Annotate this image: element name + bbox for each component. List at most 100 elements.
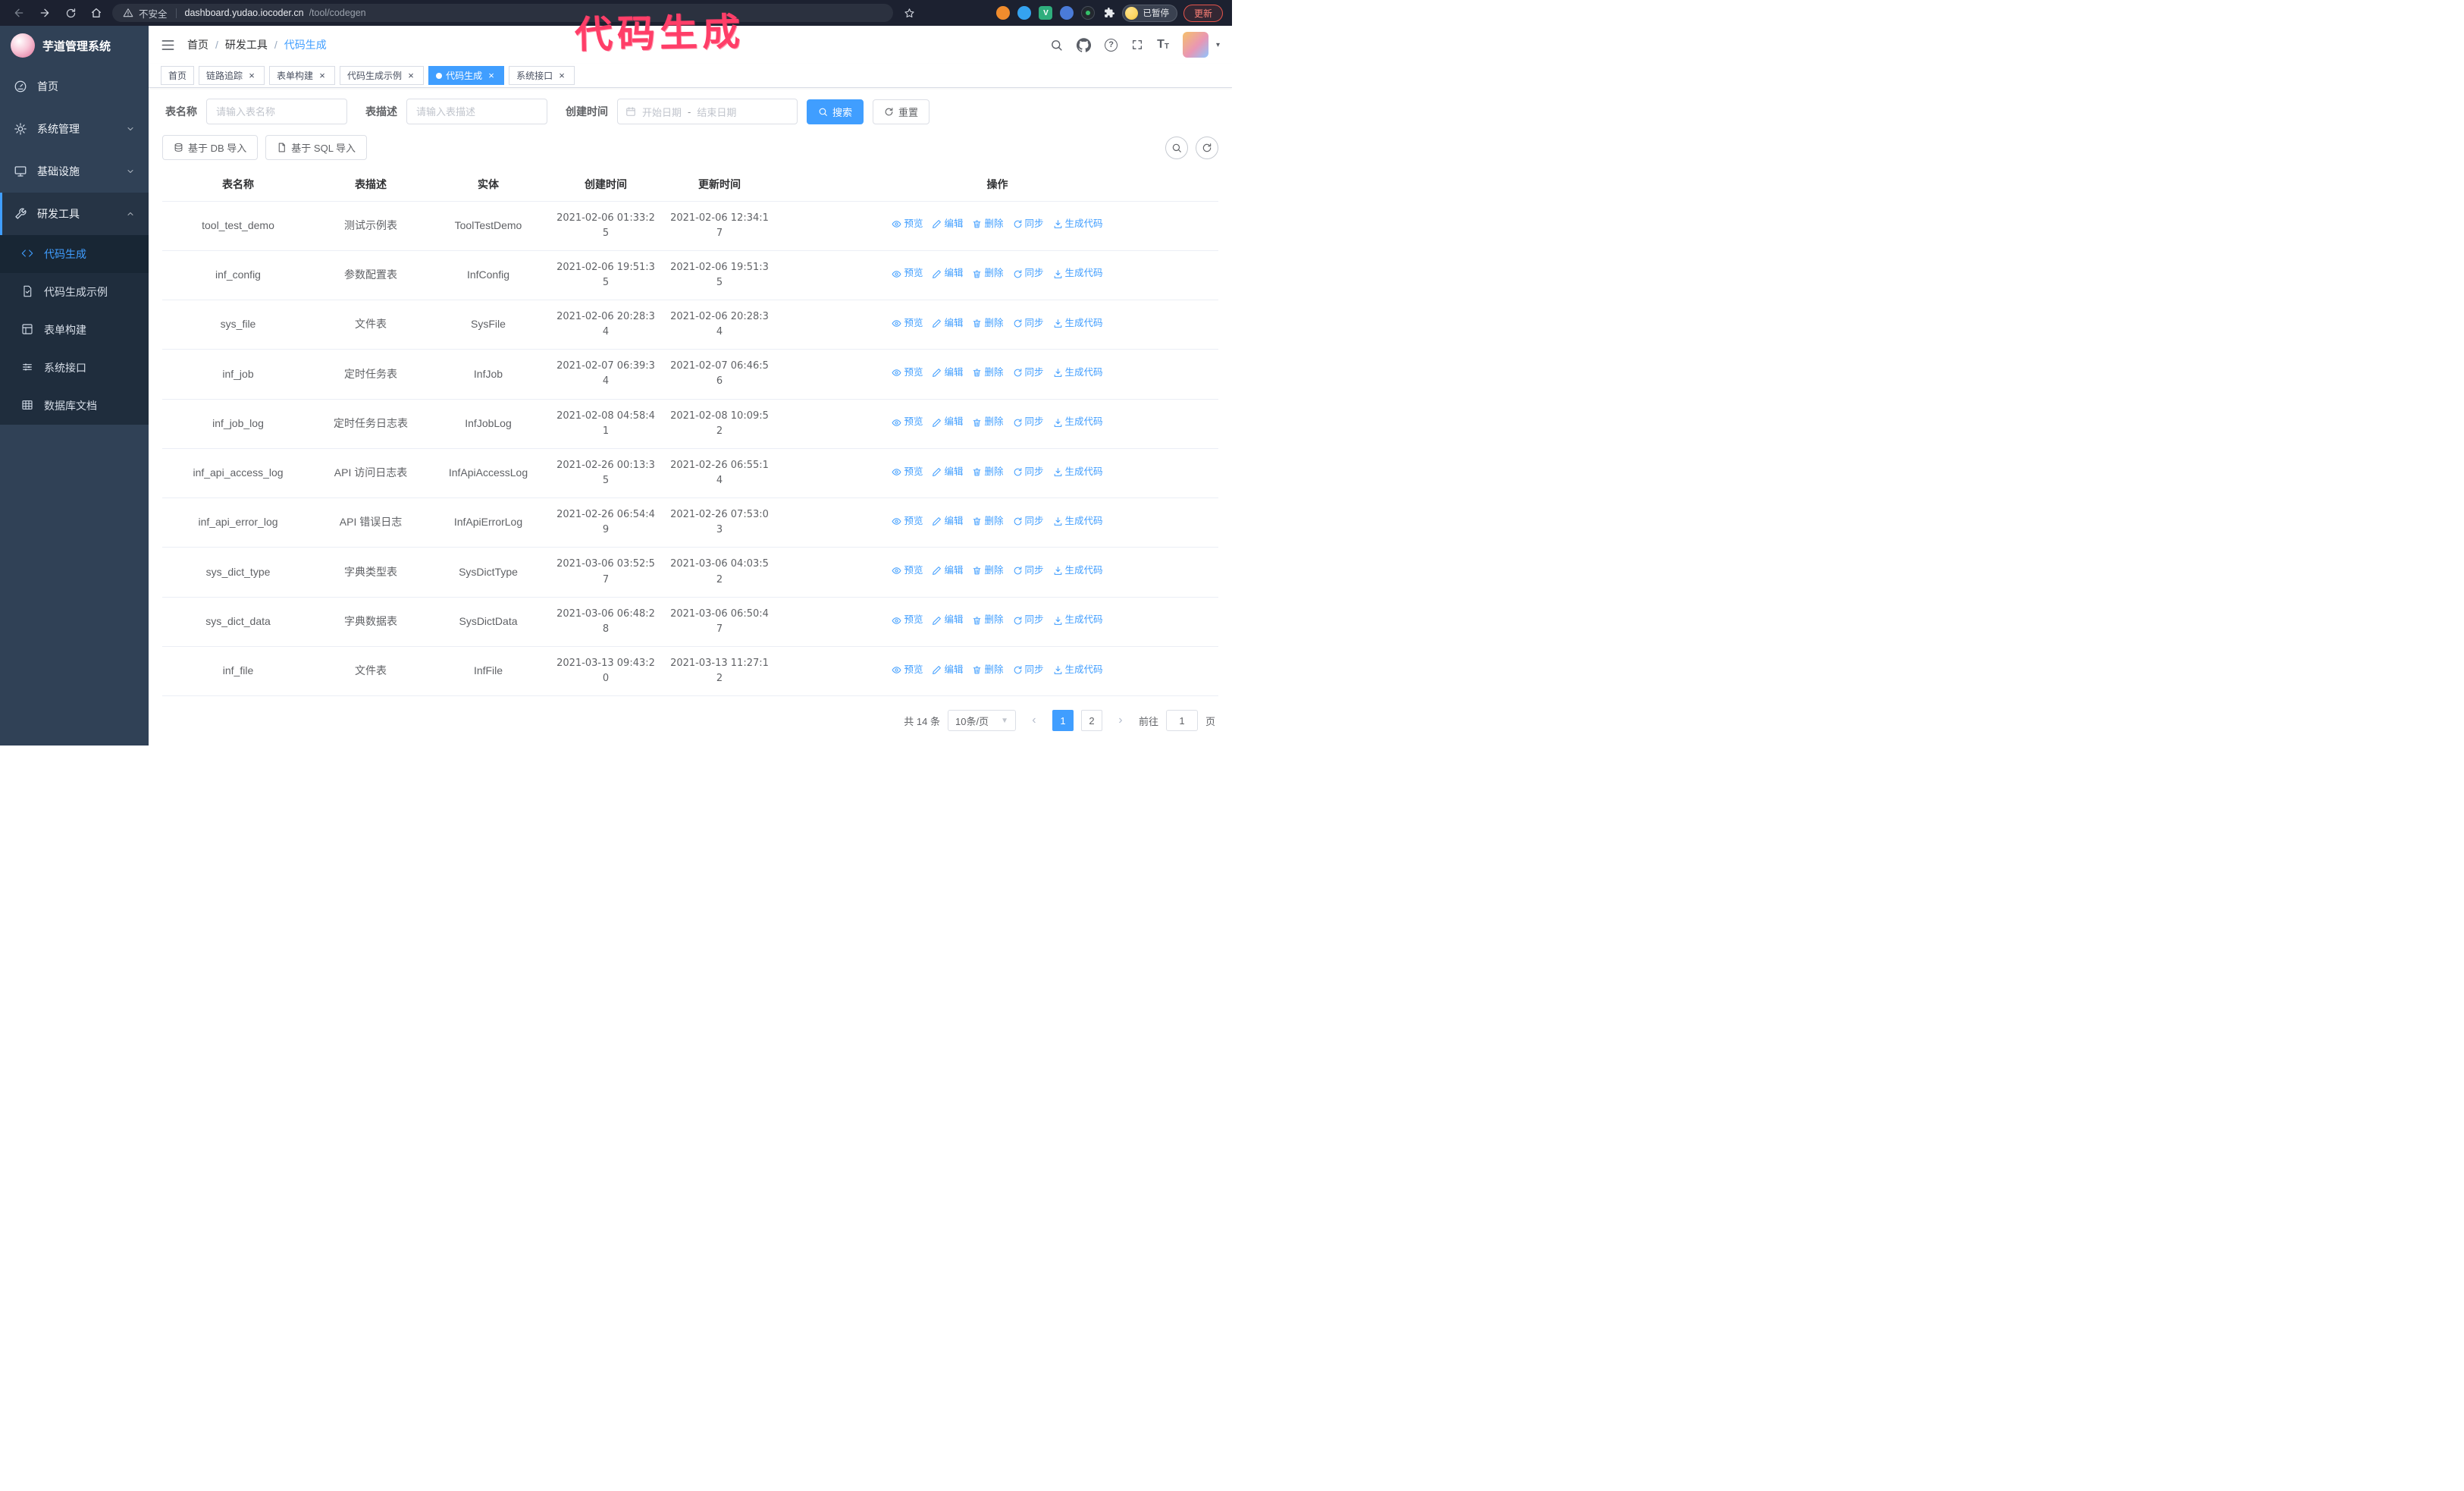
close-icon[interactable]: × — [406, 71, 416, 81]
reload-icon[interactable] — [61, 3, 80, 23]
table-desc-input[interactable] — [406, 99, 547, 124]
sidebar-item-home[interactable]: 首页 — [0, 65, 149, 108]
action-preview[interactable]: 预览 — [892, 316, 923, 331]
page-size-select[interactable]: 10条/页 ▼ — [947, 710, 1016, 732]
app-logo[interactable]: 芋道管理系统 — [0, 26, 149, 65]
puzzle-icon[interactable] — [1102, 6, 1116, 20]
sidebar-toggle[interactable] — [161, 38, 175, 52]
action-generate-code[interactable]: 生成代码 — [1053, 415, 1103, 429]
breadcrumb-item[interactable]: 研发工具 — [225, 37, 268, 52]
action-delete[interactable]: 删除 — [972, 366, 1004, 380]
address-bar[interactable]: 不安全 dashboard.yudao.iocoder.cn/tool/code… — [112, 4, 893, 22]
refresh-button[interactable] — [1196, 136, 1218, 159]
goto-page-input[interactable] — [1165, 710, 1198, 732]
action-edit[interactable]: 编辑 — [932, 514, 963, 529]
action-generate-code[interactable]: 生成代码 — [1053, 514, 1103, 529]
action-sync[interactable]: 同步 — [1013, 266, 1044, 281]
action-edit[interactable]: 编辑 — [932, 465, 963, 479]
action-sync[interactable]: 同步 — [1013, 465, 1044, 479]
back-icon[interactable] — [9, 3, 29, 23]
fullscreen-icon[interactable] — [1131, 39, 1143, 51]
action-generate-code[interactable]: 生成代码 — [1053, 266, 1103, 281]
sidebar-item-api[interactable]: 系统接口 — [0, 349, 149, 387]
action-edit[interactable]: 编辑 — [932, 663, 963, 677]
action-delete[interactable]: 删除 — [972, 266, 1004, 281]
sidebar-item-db-doc[interactable]: 数据库文档 — [0, 387, 149, 425]
tab-item-3[interactable]: 代码生成示例 × — [340, 66, 425, 85]
page-button-1[interactable]: 1 — [1052, 710, 1074, 732]
browser-update-button[interactable]: 更新 — [1183, 4, 1223, 22]
tab-item-4[interactable]: 代码生成 × — [428, 66, 505, 85]
action-preview[interactable]: 预览 — [892, 613, 923, 627]
action-generate-code[interactable]: 生成代码 — [1053, 563, 1103, 578]
extension-icon-vue[interactable]: V — [1039, 6, 1053, 20]
profile-paused-badge[interactable]: 已暂停 — [1122, 4, 1177, 22]
action-preview[interactable]: 预览 — [892, 563, 923, 578]
action-preview[interactable]: 预览 — [892, 217, 923, 231]
import-sql-button[interactable]: 基于 SQL 导入 — [265, 135, 368, 160]
github-icon[interactable] — [1077, 37, 1092, 52]
sidebar-item-codegen[interactable]: 代码生成 — [0, 235, 149, 273]
action-delete[interactable]: 删除 — [972, 613, 1004, 627]
tab-item-0[interactable]: 首页 — [161, 66, 195, 85]
search-icon[interactable] — [1050, 39, 1063, 52]
action-delete[interactable]: 删除 — [972, 514, 1004, 529]
action-generate-code[interactable]: 生成代码 — [1053, 366, 1103, 380]
extension-icon-orange[interactable] — [996, 6, 1011, 20]
search-button[interactable]: 搜索 — [807, 99, 864, 124]
action-generate-code[interactable]: 生成代码 — [1053, 465, 1103, 479]
sidebar-item-codegen-example[interactable]: 代码生成示例 — [0, 273, 149, 311]
action-generate-code[interactable]: 生成代码 — [1053, 217, 1103, 231]
action-edit[interactable]: 编辑 — [932, 266, 963, 281]
action-generate-code[interactable]: 生成代码 — [1053, 663, 1103, 677]
action-preview[interactable]: 预览 — [892, 366, 923, 380]
extension-icon-blue-drop[interactable] — [1017, 6, 1032, 20]
action-delete[interactable]: 删除 — [972, 316, 1004, 331]
forward-icon[interactable] — [35, 3, 55, 23]
home-icon[interactable] — [86, 3, 106, 23]
sidebar-item-form-builder[interactable]: 表单构建 — [0, 311, 149, 349]
user-avatar[interactable] — [1182, 32, 1208, 58]
tab-item-1[interactable]: 链路追踪 × — [199, 66, 265, 85]
action-sync[interactable]: 同步 — [1013, 415, 1044, 429]
chevron-down-icon[interactable]: ▾ — [1216, 41, 1220, 49]
action-delete[interactable]: 删除 — [972, 663, 1004, 677]
next-page-button[interactable]: › — [1110, 710, 1131, 731]
prev-page-button[interactable]: ‹ — [1024, 710, 1045, 731]
bookmark-star-icon[interactable] — [899, 3, 919, 23]
action-sync[interactable]: 同步 — [1013, 514, 1044, 529]
table-name-input[interactable] — [206, 99, 347, 124]
reset-button[interactable]: 重置 — [873, 99, 930, 124]
sidebar-item-infra[interactable]: 基础设施 — [0, 150, 149, 193]
action-sync[interactable]: 同步 — [1013, 316, 1044, 331]
question-icon[interactable]: ? — [1105, 38, 1118, 52]
extension-icon-dark[interactable] — [1081, 6, 1096, 20]
action-sync[interactable]: 同步 — [1013, 663, 1044, 677]
action-sync[interactable]: 同步 — [1013, 563, 1044, 578]
action-generate-code[interactable]: 生成代码 — [1053, 613, 1103, 627]
tab-item-5[interactable]: 系统接口 × — [509, 66, 575, 85]
action-edit[interactable]: 编辑 — [932, 316, 963, 331]
date-range-picker[interactable]: 开始日期 - 结束日期 — [617, 99, 798, 124]
extension-icon-grid[interactable] — [1060, 6, 1074, 20]
font-size-icon[interactable]: TT — [1157, 39, 1169, 51]
action-preview[interactable]: 预览 — [892, 415, 923, 429]
action-delete[interactable]: 删除 — [972, 217, 1004, 231]
action-generate-code[interactable]: 生成代码 — [1053, 316, 1103, 331]
tab-item-2[interactable]: 表单构建 × — [269, 66, 336, 85]
action-edit[interactable]: 编辑 — [932, 217, 963, 231]
action-sync[interactable]: 同步 — [1013, 217, 1044, 231]
action-preview[interactable]: 预览 — [892, 266, 923, 281]
close-icon[interactable]: × — [317, 71, 328, 81]
action-preview[interactable]: 预览 — [892, 514, 923, 529]
action-preview[interactable]: 预览 — [892, 465, 923, 479]
sidebar-item-system[interactable]: 系统管理 — [0, 108, 149, 150]
action-delete[interactable]: 删除 — [972, 563, 1004, 578]
action-edit[interactable]: 编辑 — [932, 366, 963, 380]
sidebar-item-devtools[interactable]: 研发工具 — [0, 193, 149, 235]
action-edit[interactable]: 编辑 — [932, 415, 963, 429]
action-sync[interactable]: 同步 — [1013, 613, 1044, 627]
close-icon[interactable]: × — [246, 71, 257, 81]
search-toggle-button[interactable] — [1165, 136, 1188, 159]
action-preview[interactable]: 预览 — [892, 663, 923, 677]
